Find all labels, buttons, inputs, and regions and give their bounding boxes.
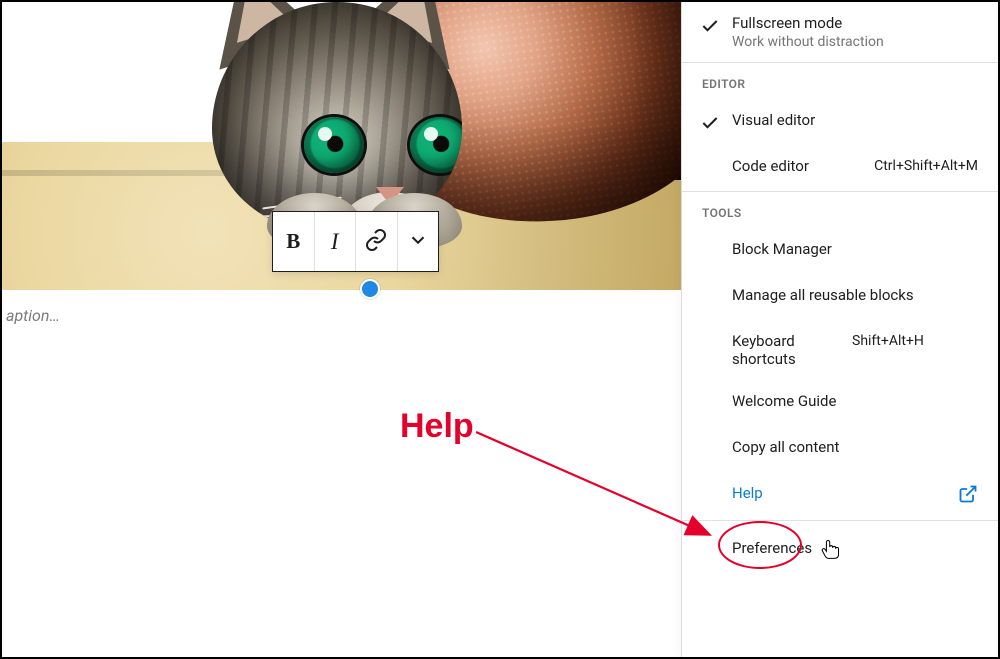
menu-item-shortcut: Shift+Alt+H	[852, 332, 924, 349]
menu-item-welcome-guide[interactable]: Welcome Guide	[682, 380, 998, 426]
bold-icon: B	[286, 229, 300, 254]
menu-item-shortcut: Ctrl+Shift+Alt+M	[874, 157, 978, 174]
menu-item-label: Block Manager	[732, 240, 832, 258]
menu-item-label: Keyboard shortcuts	[732, 332, 796, 368]
check-icon	[700, 16, 720, 36]
italic-icon: I	[331, 229, 339, 255]
chevron-down-icon	[407, 229, 429, 255]
external-link-icon	[958, 484, 978, 508]
menu-item-visual-editor[interactable]: Visual editor	[682, 99, 998, 145]
menu-item-label: Manage all reusable blocks	[732, 286, 914, 304]
menu-item-sublabel: Work without distraction	[732, 34, 978, 50]
menu-item-fullscreen[interactable]: Fullscreen mode Work without distraction	[682, 2, 998, 62]
check-icon	[700, 113, 720, 133]
menu-item-code-editor[interactable]: Code editor Ctrl+Shift+Alt+M	[682, 145, 998, 191]
menu-item-copy-all[interactable]: Copy all content	[682, 426, 998, 472]
image-resize-handle[interactable]	[360, 279, 380, 299]
link-icon	[364, 228, 388, 256]
menu-item-preferences[interactable]: Preferences	[682, 521, 998, 573]
menu-item-label: Preferences	[732, 539, 812, 557]
menu-section-tools: TOOLS	[682, 192, 998, 228]
editor-canvas[interactable]: B I aptio	[2, 2, 682, 657]
menu-section-editor: EDITOR	[682, 63, 998, 99]
menu-item-label: Welcome Guide	[732, 392, 836, 410]
more-formatting-button[interactable]	[397, 212, 439, 271]
bold-button[interactable]: B	[273, 212, 314, 271]
menu-item-reusable-blocks[interactable]: Manage all reusable blocks	[682, 274, 998, 320]
link-button[interactable]	[355, 212, 397, 271]
image-caption-input[interactable]: aption…	[2, 306, 60, 325]
menu-item-label: Code editor	[732, 157, 809, 175]
menu-item-label: Visual editor	[732, 111, 815, 129]
menu-item-keyboard-shortcuts[interactable]: Keyboard shortcuts Shift+Alt+H	[682, 320, 998, 380]
italic-button[interactable]: I	[314, 212, 356, 271]
menu-item-help[interactable]: Help	[682, 472, 998, 520]
options-menu: Fullscreen mode Work without distraction…	[681, 2, 998, 657]
block-toolbar: B I	[272, 211, 439, 272]
menu-item-label: Help	[732, 484, 763, 502]
menu-item-label: Copy all content	[732, 438, 839, 456]
menu-item-block-manager[interactable]: Block Manager	[682, 228, 998, 274]
menu-item-label: Fullscreen mode	[732, 14, 842, 32]
